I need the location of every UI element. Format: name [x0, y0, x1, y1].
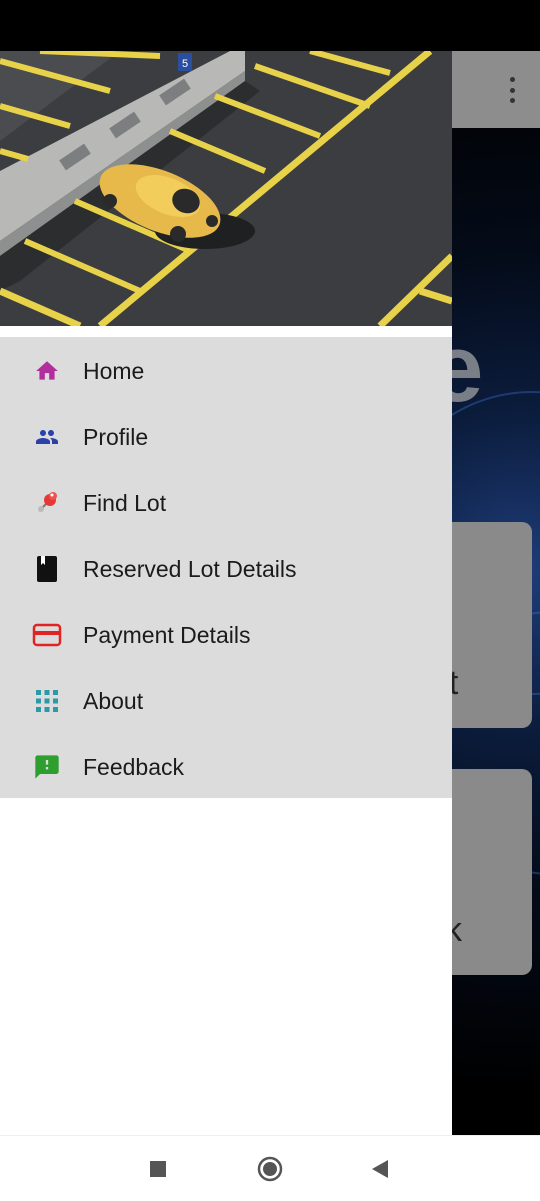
square-icon: [150, 1161, 166, 1177]
navigation-drawer: 5 Home Profile Find Lot Reserved Lot Det…: [0, 51, 452, 1135]
menu-item-profile-label: Profile: [83, 424, 149, 450]
home-icon: [32, 357, 62, 385]
menu-item-home[interactable]: Home: [0, 338, 452, 404]
menu-item-home-label: Home: [83, 358, 145, 384]
drawer-menu-list: Home Profile Find Lot Reserved Lot Detai…: [0, 337, 452, 798]
circle-icon: [257, 1156, 283, 1182]
parking-lot-photo: 5: [0, 51, 452, 326]
pushpin-icon: [32, 489, 62, 517]
overflow-menu-icon[interactable]: [500, 77, 524, 103]
apps-grid-icon: [32, 687, 62, 715]
menu-item-feedback[interactable]: Feedback: [0, 734, 452, 800]
menu-item-payment-details-label: Payment Details: [83, 622, 251, 648]
system-navigation-bar: [0, 1135, 540, 1201]
back-triangle-icon: [372, 1160, 388, 1178]
menu-item-payment-details[interactable]: Payment Details: [0, 602, 452, 668]
menu-item-feedback-label: Feedback: [83, 754, 185, 780]
home-button[interactable]: [256, 1154, 284, 1184]
menu-item-profile[interactable]: Profile: [0, 404, 452, 470]
menu-item-about-label: About: [83, 688, 144, 714]
recent-apps-button[interactable]: [147, 1154, 169, 1184]
lot-number-sign: 5: [182, 58, 188, 70]
menu-item-reserved-lot-details[interactable]: Reserved Lot Details: [0, 536, 452, 602]
menu-item-reserved-lot-details-label: Reserved Lot Details: [83, 556, 297, 582]
menu-item-about[interactable]: About: [0, 668, 452, 734]
menu-item-find-lot-label: Find Lot: [83, 490, 167, 516]
status-bar: [0, 0, 540, 51]
back-button[interactable]: [368, 1154, 392, 1184]
feedback-icon: [32, 753, 62, 781]
credit-card-icon: [32, 621, 62, 649]
menu-item-find-lot[interactable]: Find Lot: [0, 470, 452, 536]
book-icon: [32, 555, 62, 583]
drawer-header-image: 5: [0, 51, 452, 326]
people-icon: [32, 423, 62, 451]
